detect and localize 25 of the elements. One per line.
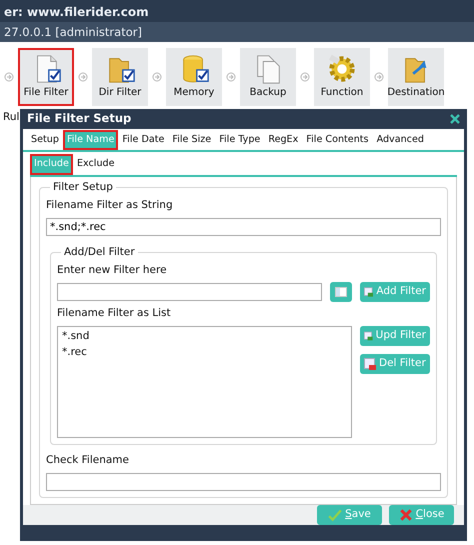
tab[interactable]: File Type <box>215 130 264 150</box>
tab[interactable]: Advanced <box>372 130 428 150</box>
tab-label: Rul <box>3 110 20 125</box>
toolbar-button[interactable]: Destination <box>388 48 444 106</box>
tab[interactable]: File Size <box>168 130 216 150</box>
tab[interactable]: Exclude <box>72 154 119 175</box>
field-label: Filename Filter as List <box>57 306 172 322</box>
toolbar-button[interactable]: Backup <box>240 48 296 106</box>
field-label: Check Filename <box>46 453 130 468</box>
window-title: er: www.filerider.com <box>0 0 474 22</box>
toolbar-button[interactable]: File Filter <box>18 48 74 106</box>
toolbar-button[interactable]: Memory <box>166 48 222 106</box>
toolbar-button[interactable]: Dir Filter <box>92 48 148 106</box>
field-label: Filename Filter as String <box>46 198 174 213</box>
field-label: Enter new Filter here <box>57 262 168 278</box>
list-item[interactable]: *.rec <box>62 344 347 361</box>
connection-label: 27.0.0.1 [administrator] <box>0 22 474 42</box>
tab[interactable]: RegEx <box>264 130 302 150</box>
tab[interactable]: File Date <box>118 130 168 150</box>
tab[interactable]: File Contents <box>302 130 373 150</box>
tab[interactable]: Setup <box>27 130 63 150</box>
dialog-title: File Filter Setup <box>27 110 132 128</box>
text-field[interactable]: *.snd;*.rec <box>46 218 441 236</box>
list-item[interactable]: *.snd <box>62 329 347 345</box>
toolbar-button[interactable]: Function <box>314 48 370 106</box>
